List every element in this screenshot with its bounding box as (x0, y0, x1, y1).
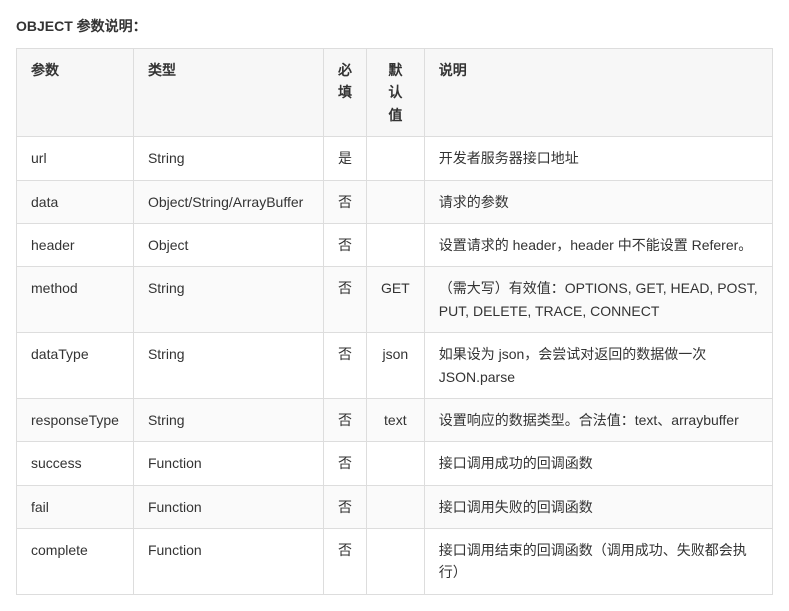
cell-required: 否 (323, 180, 366, 223)
cell-required: 是 (323, 137, 366, 180)
cell-required: 否 (323, 442, 366, 485)
cell-param: dataType (17, 333, 134, 399)
cell-type: Function (133, 442, 323, 485)
cell-desc: 接口调用成功的回调函数 (424, 442, 772, 485)
header-param: 参数 (17, 49, 134, 137)
table-row: dataObject/String/ArrayBuffer否 请求的参数 (17, 180, 773, 223)
cell-desc: 接口调用结束的回调函数（调用成功、失败都会执行） (424, 529, 772, 595)
cell-required: 否 (323, 223, 366, 266)
table-row: successFunction否 接口调用成功的回调函数 (17, 442, 773, 485)
cell-required: 否 (323, 485, 366, 528)
cell-param: header (17, 223, 134, 266)
table-row: methodString否GET（需大写）有效值：OPTIONS, GET, H… (17, 267, 773, 333)
cell-param: data (17, 180, 134, 223)
table-row: dataTypeString否json如果设为 json，会尝试对返回的数据做一… (17, 333, 773, 399)
cell-desc: 开发者服务器接口地址 (424, 137, 772, 180)
cell-desc: 接口调用失败的回调函数 (424, 485, 772, 528)
cell-desc: （需大写）有效值：OPTIONS, GET, HEAD, POST, PUT, … (424, 267, 772, 333)
cell-default (366, 137, 424, 180)
cell-param: fail (17, 485, 134, 528)
cell-default (366, 442, 424, 485)
params-table: 参数 类型 必填 默认值 说明 urlString是开发者服务器接口地址data… (16, 48, 773, 595)
cell-default (366, 529, 424, 595)
cell-desc: 如果设为 json，会尝试对返回的数据做一次 JSON.parse (424, 333, 772, 399)
cell-param: success (17, 442, 134, 485)
cell-type: Object (133, 223, 323, 266)
header-default: 默认值 (366, 49, 424, 137)
cell-param: url (17, 137, 134, 180)
header-type: 类型 (133, 49, 323, 137)
table-row: urlString是 开发者服务器接口地址 (17, 137, 773, 180)
cell-default (366, 180, 424, 223)
cell-type: String (133, 137, 323, 180)
cell-type: String (133, 398, 323, 441)
cell-desc: 请求的参数 (424, 180, 772, 223)
table-header-row: 参数 类型 必填 默认值 说明 (17, 49, 773, 137)
cell-default: text (366, 398, 424, 441)
table-row: responseTypeString否text设置响应的数据类型。合法值：tex… (17, 398, 773, 441)
cell-required: 否 (323, 333, 366, 399)
cell-param: method (17, 267, 134, 333)
table-row: completeFunction否接口调用结束的回调函数（调用成功、失败都会执行… (17, 529, 773, 595)
header-required: 必填 (323, 49, 366, 137)
cell-param: responseType (17, 398, 134, 441)
table-row: headerObject否 设置请求的 header，header 中不能设置 R… (17, 223, 773, 266)
cell-default: GET (366, 267, 424, 333)
cell-type: String (133, 267, 323, 333)
cell-type: Function (133, 529, 323, 595)
page-title: OBJECT 参数说明： (16, 16, 773, 36)
cell-default (366, 485, 424, 528)
cell-required: 否 (323, 529, 366, 595)
cell-type: Object/String/ArrayBuffer (133, 180, 323, 223)
cell-type: String (133, 333, 323, 399)
cell-required: 否 (323, 267, 366, 333)
table-row: failFunction否 接口调用失败的回调函数 (17, 485, 773, 528)
cell-default (366, 223, 424, 266)
header-desc: 说明 (424, 49, 772, 137)
cell-param: complete (17, 529, 134, 595)
cell-type: Function (133, 485, 323, 528)
cell-desc: 设置响应的数据类型。合法值：text、arraybuffer (424, 398, 772, 441)
cell-desc: 设置请求的 header，header 中不能设置 Referer。 (424, 223, 772, 266)
cell-default: json (366, 333, 424, 399)
cell-required: 否 (323, 398, 366, 441)
